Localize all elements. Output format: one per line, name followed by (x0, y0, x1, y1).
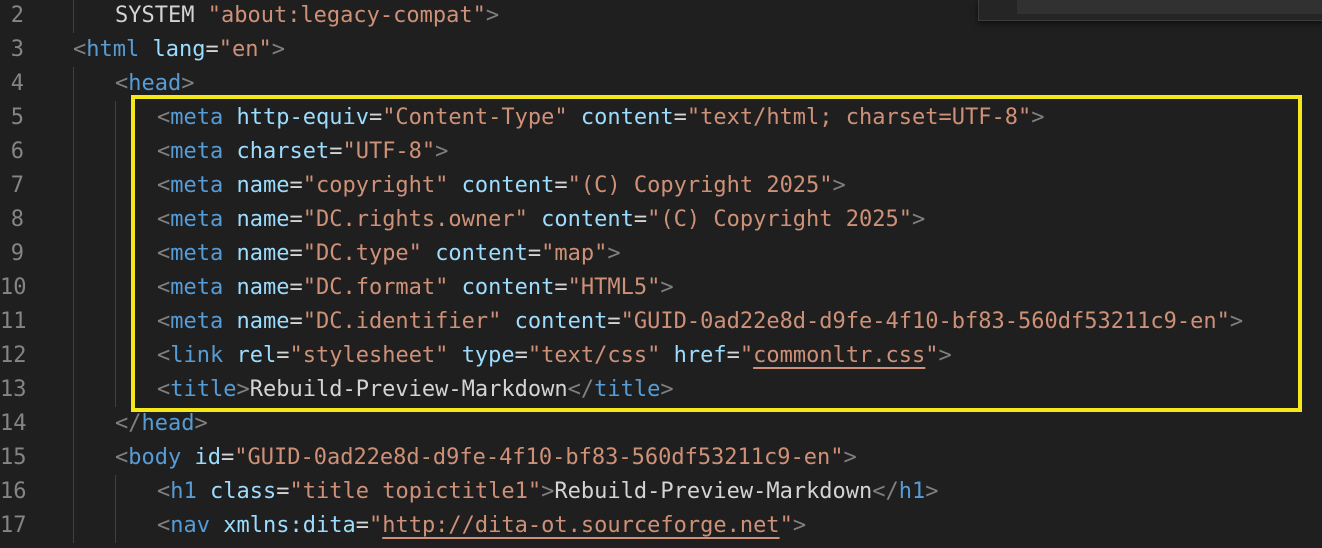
line-number: 15 (0, 445, 27, 470)
line-number: 5 (10, 105, 24, 130)
line-number: 17 (0, 513, 27, 538)
indent-guide (115, 237, 116, 271)
line-number: 3 (10, 37, 24, 62)
code-token: xmlns:dita (223, 513, 356, 538)
indent-guide (115, 305, 116, 339)
find-input[interactable] (1017, 0, 1322, 14)
code-line[interactable]: 16 <h1 class="title topictitle1">Rebuild-… (0, 475, 1322, 509)
code-token: Rebuild-Preview-Markdown (554, 479, 873, 504)
indent-guide (73, 101, 74, 135)
code-token: > (792, 513, 807, 538)
line-number: 7 (10, 173, 24, 198)
code-text: <nav xmlns:dita="http://dita-ot.sourcefo… (157, 509, 806, 543)
indent-guide (73, 237, 74, 271)
code-token: head (128, 71, 182, 96)
indent-guide (115, 475, 116, 509)
code-token: "en" (218, 37, 272, 62)
code-token: "title topictitle1" (289, 479, 542, 504)
line-number: 16 (0, 479, 27, 504)
indent-guide (73, 67, 74, 101)
line-number: 14 (0, 411, 27, 436)
code-line[interactable]: 14 </head> (0, 407, 1322, 441)
code-text: SYSTEM "about:legacy-compat"> (115, 0, 499, 33)
indent-guide (115, 101, 116, 135)
indent-guide (115, 509, 116, 543)
indent-guide (73, 339, 74, 373)
code-token: < (157, 479, 171, 504)
code-token: > (271, 37, 285, 62)
code-text: <body id="GUID-0ad22e8d-d9fe-4f10-bf83-5… (115, 441, 857, 475)
code-token: < (73, 37, 87, 62)
code-token: lang (152, 37, 206, 62)
indent-guide (73, 0, 74, 33)
code-token: </ (872, 479, 899, 504)
indent-guide (73, 135, 74, 169)
line-number: 13 (0, 377, 27, 402)
code-token: id (194, 445, 221, 470)
indent-guide (73, 509, 74, 543)
line-number: 8 (10, 207, 24, 232)
code-token: head (141, 411, 195, 436)
code-line[interactable]: 17 <nav xmlns:dita="http://dita-ot.source… (0, 509, 1322, 543)
indent-guide (73, 441, 74, 475)
highlight-box (131, 95, 1302, 412)
code-token: nav (170, 513, 210, 538)
indent-guide (115, 339, 116, 373)
code-token: class (210, 479, 277, 504)
code-token: body (128, 445, 182, 470)
code-token: html (86, 37, 140, 62)
indent-guide (115, 203, 116, 237)
line-number: 11 (0, 309, 27, 334)
code-token: " (779, 513, 793, 538)
code-token: < (115, 71, 129, 96)
indent-guide (115, 373, 116, 407)
code-token: > (485, 3, 500, 28)
code-link[interactable]: http://dita-ot.sourceforge.net (382, 513, 779, 538)
indent-guide (73, 271, 74, 305)
code-token: SYSTEM (115, 3, 208, 28)
code-token: "GUID-0ad22e8d-d9fe-4f10-bf83-560df53211… (234, 445, 844, 470)
code-token: = (220, 445, 235, 470)
code-token: > (181, 71, 195, 96)
code-token: </ (115, 411, 142, 436)
indent-guide (73, 373, 74, 407)
code-token: > (925, 479, 939, 504)
code-text: <h1 class="title topictitle1">Rebuild-Pr… (157, 475, 939, 509)
line-number: 12 (0, 343, 27, 368)
line-number: 2 (10, 3, 24, 28)
indent-guide (73, 305, 74, 339)
code-token: < (115, 445, 129, 470)
code-text: <html lang="en"> (73, 33, 285, 67)
indent-guide (73, 169, 74, 203)
code-token: = (205, 37, 219, 62)
code-token: h1 (170, 479, 197, 504)
code-line[interactable]: 3 <html lang="en"> (0, 33, 1322, 67)
indent-guide (73, 407, 74, 441)
code-token: < (157, 513, 171, 538)
indent-guide (115, 169, 116, 203)
code-token: " (368, 513, 383, 538)
code-token: > (194, 411, 208, 436)
find-widget (978, 0, 1322, 21)
line-number: 4 (10, 71, 24, 96)
code-token: > (541, 479, 555, 504)
code-token: = (276, 479, 290, 504)
line-number: 9 (10, 241, 24, 266)
code-line[interactable]: 15 <body id="GUID-0ad22e8d-d9fe-4f10-bf83… (0, 441, 1322, 475)
line-number: 10 (0, 275, 27, 300)
code-token: "about:legacy-compat" (207, 3, 486, 28)
code-token: h1 (898, 479, 926, 504)
code-token: > (843, 445, 857, 470)
code-token: = (355, 513, 369, 538)
indent-guide (115, 135, 116, 169)
code-text: </head> (115, 407, 208, 441)
indent-guide (73, 475, 74, 509)
indent-guide (115, 271, 116, 305)
line-number: 6 (10, 139, 24, 164)
indent-guide (73, 203, 74, 237)
